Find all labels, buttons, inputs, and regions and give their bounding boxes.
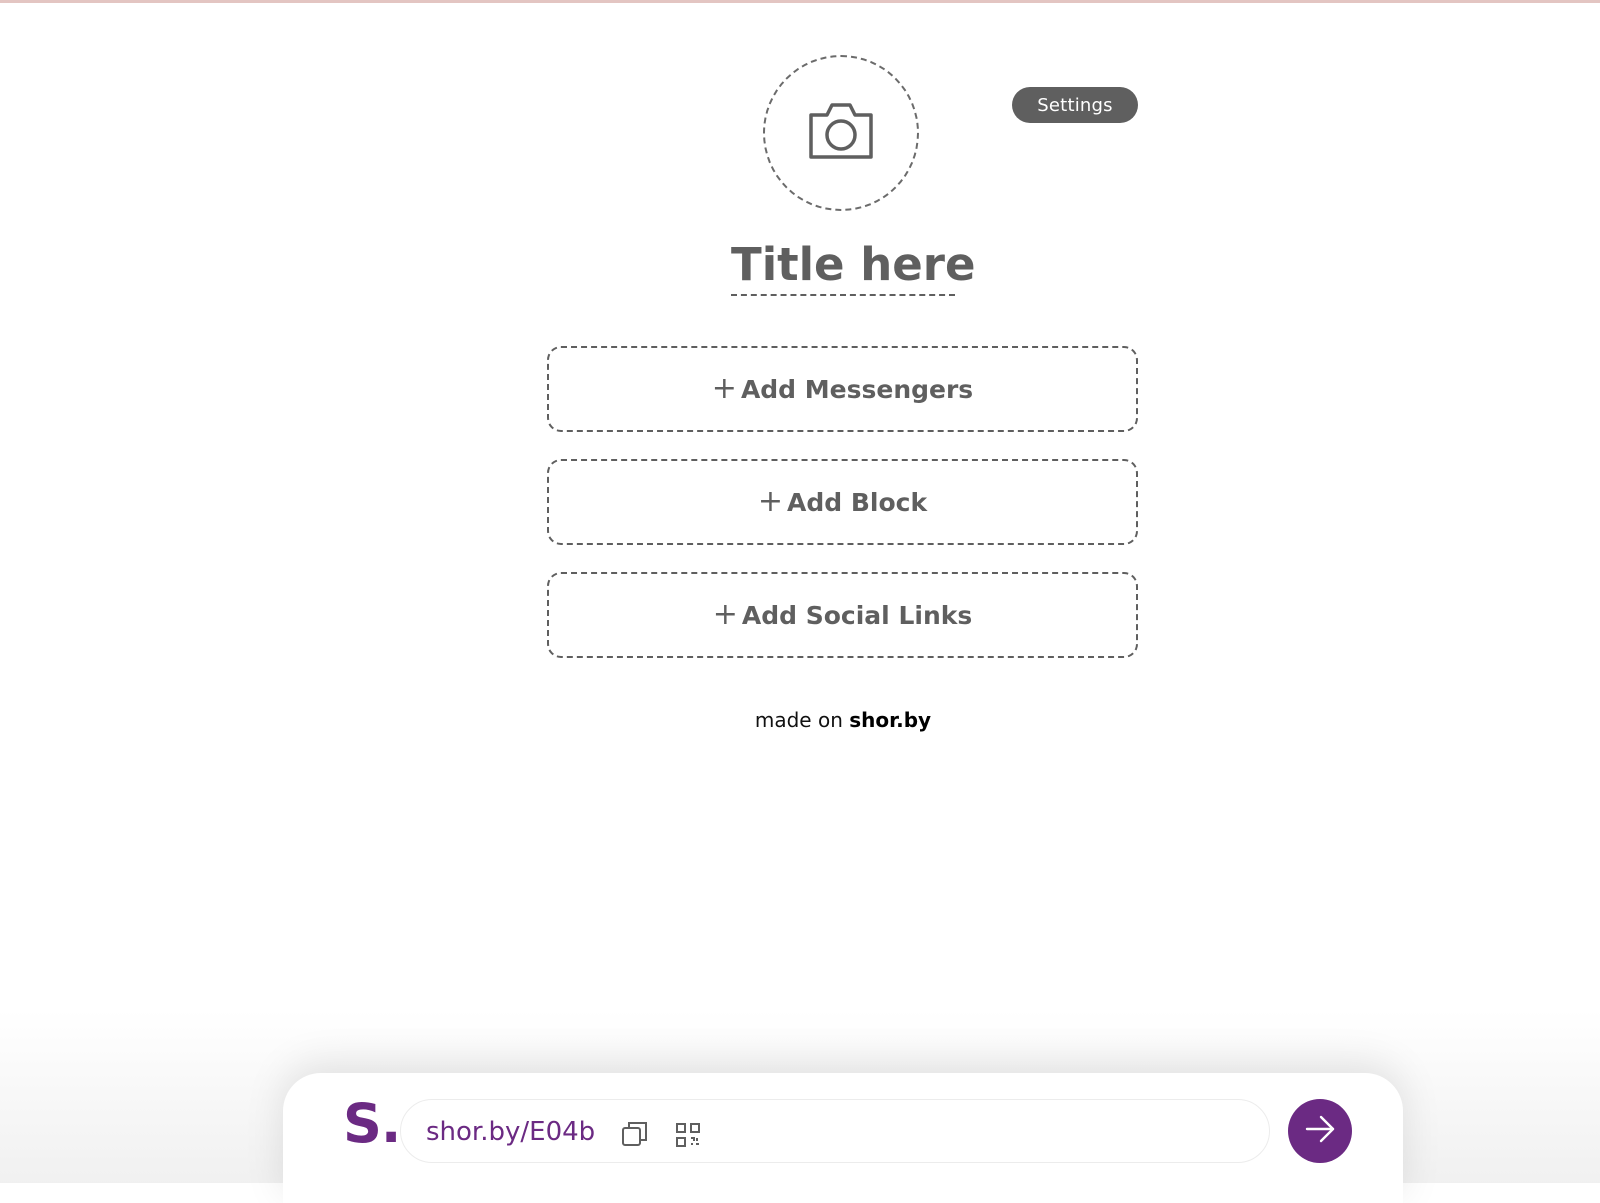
- go-button[interactable]: [1288, 1099, 1352, 1163]
- top-border-line: [0, 0, 1600, 3]
- add-block-label: Add Block: [787, 487, 928, 517]
- brand-logo[interactable]: S.: [343, 1092, 401, 1156]
- short-url-text[interactable]: shor.by/E04b: [426, 1115, 595, 1149]
- arrow-right-icon: [1303, 1112, 1337, 1150]
- avatar-upload[interactable]: [763, 55, 919, 211]
- plus-icon: +: [757, 484, 784, 519]
- add-social-links-label: Add Social Links: [741, 600, 973, 630]
- settings-button[interactable]: Settings: [1012, 87, 1138, 123]
- made-on-brand-link[interactable]: shor.by: [849, 708, 931, 732]
- made-on-credit: made on shor.by: [700, 708, 986, 732]
- copy-icon[interactable]: [621, 1120, 649, 1148]
- add-social-links-button[interactable]: + Add Social Links: [547, 572, 1138, 658]
- qr-code-icon[interactable]: [676, 1123, 700, 1147]
- add-block-button[interactable]: + Add Block: [547, 459, 1138, 545]
- plus-icon: +: [711, 371, 737, 406]
- add-messengers-button[interactable]: + Add Messengers: [547, 346, 1138, 432]
- page-title-input[interactable]: Title here: [731, 236, 976, 296]
- camera-icon: [805, 99, 877, 167]
- add-messengers-label: Add Messengers: [740, 374, 974, 404]
- plus-icon: +: [712, 597, 738, 632]
- made-on-prefix: made on: [754, 708, 843, 732]
